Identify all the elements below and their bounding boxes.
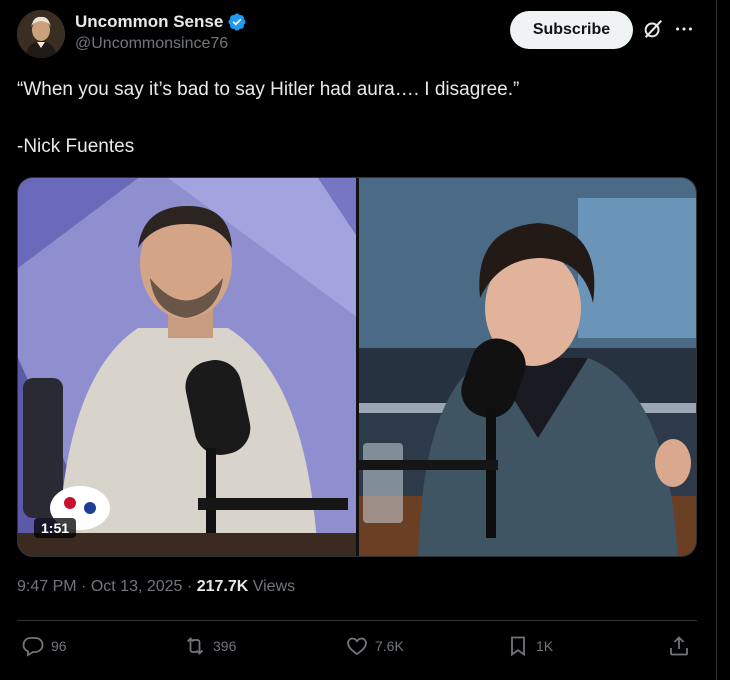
reply-icon — [22, 637, 44, 657]
timeline-border — [716, 0, 717, 680]
handle[interactable]: @Uncommonsince76 — [75, 35, 247, 53]
views-label: Views — [252, 578, 296, 595]
subscribe-button[interactable]: Subscribe — [510, 11, 633, 49]
post-attribution: -Nick Fuentes — [17, 136, 135, 157]
post-time[interactable]: 9:47 PM — [17, 578, 77, 595]
post-text: “When you say it’s bad to say Hitler had… — [17, 76, 697, 190]
heart-icon — [347, 637, 367, 656]
post-quote: “When you say it’s bad to say Hitler had… — [17, 79, 520, 100]
repost-button[interactable]: 396 — [183, 634, 236, 658]
more-dots-icon[interactable] — [673, 18, 695, 40]
meta-separator: · — [81, 578, 87, 595]
post-date[interactable]: Oct 13, 2025 — [91, 578, 183, 595]
video-thumbnail — [18, 178, 696, 556]
share-button[interactable] — [667, 634, 691, 658]
divider — [17, 620, 697, 621]
bookmark-count: 1K — [536, 638, 554, 654]
action-bar: 96 396 7.6K 1K — [17, 634, 697, 664]
like-button[interactable]: 7.6K — [345, 634, 404, 658]
like-count: 7.6K — [375, 638, 404, 654]
views-count: 217.7K — [196, 578, 249, 595]
post-metadata: 9:47 PM · Oct 13, 2025 · 217.7K Views — [17, 578, 295, 596]
reply-count: 96 — [51, 638, 67, 654]
avatar[interactable] — [17, 10, 65, 58]
video-player[interactable]: 1:51 — [17, 177, 697, 557]
reply-button[interactable]: 96 — [21, 634, 67, 658]
meta-separator: · — [186, 578, 193, 595]
post-header: Uncommon Sense @Uncommonsince76 Subscrib… — [17, 10, 710, 60]
bookmark-icon — [511, 636, 525, 657]
video-duration: 1:51 — [34, 518, 77, 538]
share-icon — [670, 636, 688, 656]
grok-slash-icon[interactable] — [642, 18, 664, 40]
repost-count: 396 — [213, 638, 237, 654]
verified-badge-icon — [228, 13, 246, 31]
repost-icon — [186, 637, 204, 655]
display-name[interactable]: Uncommon Sense — [75, 12, 247, 32]
bookmark-button[interactable]: 1K — [506, 634, 553, 658]
